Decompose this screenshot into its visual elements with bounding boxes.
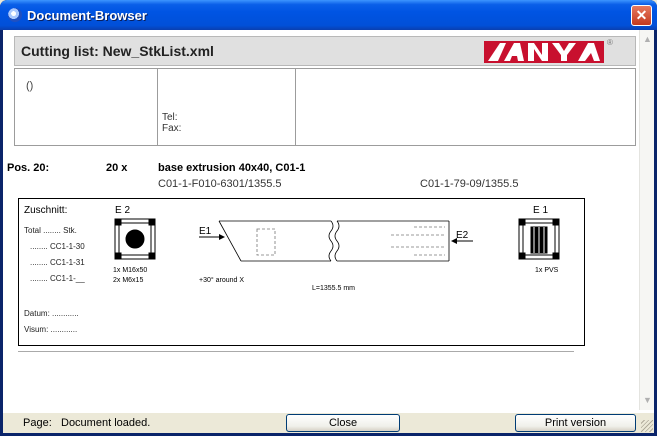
kanya-logo: [484, 41, 604, 63]
status-bar: Page: Document loaded. Close Print versi…: [3, 413, 654, 433]
end-label-right: E 1: [533, 205, 548, 216]
profile-left-note: 1x M16x50: [113, 267, 147, 274]
vertical-scrollbar[interactable]: ▲ ▼: [639, 30, 654, 410]
contact-cell: Tel: Fax:: [158, 69, 296, 145]
status-text: Document loaded.: [61, 417, 151, 429]
length-note: L=1355.5 mm: [312, 285, 355, 292]
resize-grip-icon[interactable]: [641, 420, 653, 432]
position-quantity: 20 x: [106, 162, 128, 174]
document-view: Cutting list: New_StkList.xml ® () Tel:: [3, 30, 639, 410]
profile-left-icon: [114, 218, 156, 260]
title-bar[interactable]: Document-Browser ✕: [0, 0, 657, 30]
arrow-label-right: E2: [456, 230, 469, 241]
profile-right-note: 1x PVS: [535, 267, 559, 274]
print-version-button[interactable]: Print version: [515, 414, 636, 432]
status-page-label: Page:: [23, 417, 52, 429]
document-browser-window: Document-Browser ✕ Cutting list: New_Stk…: [0, 0, 657, 436]
arrow-label-left: E1: [199, 226, 212, 237]
divider: [18, 351, 574, 352]
address-block: () Tel: Fax:: [14, 68, 636, 146]
end-label-left: E 2: [115, 205, 130, 216]
fax-label: Fax:: [162, 123, 182, 134]
page-title: Cutting list: New_StkList.xml: [21, 43, 214, 59]
registered-mark: ®: [607, 38, 613, 47]
article-code-left: C01-1-F010-6301/1355.5: [158, 178, 282, 190]
cutting-list-header: Cutting list: New_StkList.xml ®: [14, 36, 636, 66]
close-button[interactable]: Close: [286, 414, 400, 432]
address-cell: (): [15, 69, 158, 145]
scroll-up-icon[interactable]: ▲: [640, 32, 655, 47]
article-code-right: C01-1-79-09/1355.5: [420, 178, 519, 190]
cutting-drawing: Zuschnitt: Total ........ Stk. ........ …: [18, 198, 585, 346]
profile-left-note: 2x M6x15: [113, 277, 143, 284]
address-text: (): [26, 80, 34, 92]
rotation-note: +30° around X: [199, 276, 244, 284]
technical-drawing: E 2 1x M16x50 2x M6x15 E1 E2 +30° around…: [113, 205, 560, 292]
profile-right-icon: [518, 218, 560, 260]
app-icon: [8, 8, 22, 22]
position-description: base extrusion 40x40, C01-1: [158, 162, 306, 174]
window-title: Document-Browser: [27, 8, 147, 23]
position-label: Pos. 20:: [7, 162, 50, 174]
close-icon[interactable]: ✕: [631, 5, 652, 26]
tel-label: Tel:: [162, 112, 178, 123]
scroll-down-icon[interactable]: ▼: [640, 393, 655, 408]
extrusion-body: [218, 220, 450, 262]
client-area: Cutting list: New_StkList.xml ® () Tel:: [3, 30, 654, 433]
